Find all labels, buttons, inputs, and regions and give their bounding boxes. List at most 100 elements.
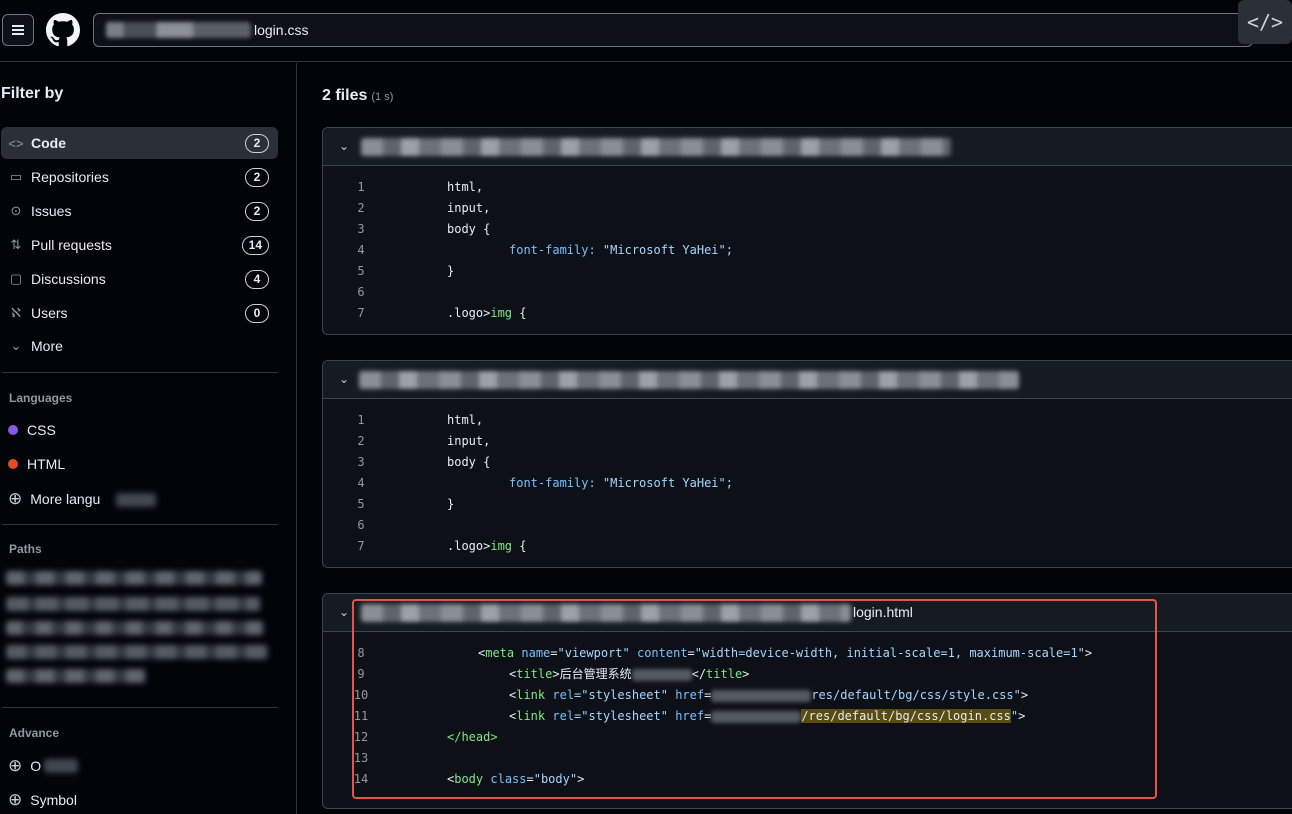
html-string: ="stylesheet" — [574, 709, 668, 723]
line-number: 7 — [357, 539, 365, 553]
code-punct: = — [687, 646, 695, 660]
pull-request-icon: ⇅ — [10, 237, 22, 252]
line-number: 3 — [357, 222, 365, 236]
code-line: 2 input, — [323, 198, 1292, 219]
sidebar-item-code[interactable]: <> Code 2 — [1, 127, 278, 159]
language-label: HTML — [27, 456, 66, 472]
file-name[interactable]: login.html — [853, 604, 913, 620]
search-query-text: login.css — [254, 22, 309, 38]
search-match-highlight: /res/default/bg/css/login.css — [801, 709, 1011, 723]
code-view-icon[interactable]: </> — [1238, 0, 1292, 44]
paths-title: Paths — [9, 542, 42, 556]
chevron-down-icon[interactable]: ⌄ — [339, 605, 349, 619]
code-text: { — [512, 539, 527, 553]
sidebar-item-label: Code — [31, 135, 66, 151]
code-line: 7 .logo>img { — [323, 303, 1292, 324]
redacted-file-path[interactable] — [361, 604, 851, 622]
code-punct: = — [704, 709, 712, 723]
redacted-path — [6, 645, 268, 659]
html-tag: title — [516, 667, 553, 681]
sidebar-item-issues[interactable]: ⊙ Issues 2 — [1, 195, 278, 227]
code-punct: > — [577, 772, 585, 786]
redacted-path — [6, 597, 260, 611]
redacted-path — [6, 571, 262, 585]
sidebar-item-discussions[interactable]: ▢ Discussions 4 — [1, 263, 278, 295]
sidebar-item-pull-requests[interactable]: ⇅ Pull requests 14 — [1, 229, 278, 261]
code-line: 6 — [323, 282, 1292, 303]
code-line: 5} — [323, 261, 1292, 282]
code-line: 9 <title>后台管理系统 </title> — [323, 664, 1292, 685]
html-attr: href — [667, 709, 705, 723]
line-number: 10 — [353, 688, 369, 702]
code-text: body { — [447, 455, 491, 469]
results-count: 2 files (1 s) — [322, 87, 393, 105]
github-logo-icon[interactable] — [46, 13, 80, 47]
languages-title: Languages — [9, 391, 73, 405]
code-line: 14 <body class="body"> — [323, 769, 1292, 790]
code-text: } — [447, 497, 455, 511]
sidebar-item-label: Users — [31, 305, 68, 321]
more-languages[interactable]: ⊕ More langu — [8, 489, 100, 509]
advanced-item-label: O — [30, 758, 42, 774]
language-color-dot — [8, 459, 18, 469]
redacted-file-path[interactable] — [359, 371, 1019, 389]
language-html[interactable]: HTML — [8, 456, 65, 472]
line-number: 14 — [353, 772, 369, 786]
code-icon: <> — [8, 135, 24, 151]
sidebar-item-more[interactable]: ⌄ More — [1, 330, 278, 362]
advanced-item-symbol[interactable]: ⊕ Symbol — [8, 790, 77, 810]
repo-icon: ▭ — [9, 169, 23, 184]
count-badge: 2 — [245, 134, 269, 153]
html-attr: rel — [545, 709, 575, 723]
file-result-2: ⌄ 1 html, 2 input, 3 body { 4 font-family: "… — [322, 360, 1292, 568]
advanced-item-owner[interactable]: ⊕ O — [8, 756, 41, 776]
line-number: 3 — [357, 455, 365, 469]
divider — [2, 372, 278, 373]
sidebar-item-repositories[interactable]: ▭ Repositories 2 — [1, 161, 278, 193]
sidebar-item-label: Discussions — [31, 271, 106, 287]
title-text: >后台管理系统 — [552, 667, 632, 681]
html-string: ="stylesheet" — [574, 688, 668, 702]
html-string: res/default/bg/css/style.css" — [811, 688, 1021, 702]
code-text: { — [512, 306, 527, 320]
redacted-query — [106, 22, 251, 38]
filter-sidebar: Filter by <> Code 2 ▭ Repositories 2 ⊙ I… — [0, 63, 297, 814]
code-line: 3 body { — [323, 219, 1292, 240]
css-selector-tag: img — [490, 306, 513, 320]
chevron-down-icon: ⌄ — [10, 338, 22, 353]
sidebar-item-users[interactable]: ℵ Users 0 — [1, 297, 278, 329]
line-number: 13 — [353, 751, 369, 765]
line-number: 2 — [357, 201, 365, 215]
line-number: 1 — [357, 413, 365, 427]
code-punct: > — [1020, 688, 1029, 702]
results-time: (1 s) — [371, 91, 394, 103]
code-punct: = — [550, 646, 558, 660]
line-number: 5 — [357, 264, 365, 278]
line-number: 2 — [357, 434, 365, 448]
redacted-path — [6, 621, 264, 635]
menu-button[interactable] — [2, 14, 34, 46]
language-css[interactable]: CSS — [8, 422, 56, 438]
people-icon: ℵ — [11, 305, 21, 320]
html-tag: meta — [485, 646, 515, 660]
html-string: "width=device-width, initial-scale=1, ma… — [694, 646, 1085, 660]
file-header: ⌄ — [323, 128, 1292, 166]
line-number: 8 — [357, 646, 365, 660]
code-punct: > — [1018, 709, 1026, 723]
redacted-file-path[interactable] — [361, 138, 951, 156]
code-punct: = — [526, 772, 534, 786]
chevron-down-icon[interactable]: ⌄ — [339, 139, 349, 153]
divider — [2, 707, 278, 708]
redacted-text — [711, 710, 802, 723]
chevron-down-icon[interactable]: ⌄ — [339, 372, 349, 386]
code-text: body { — [447, 222, 491, 236]
line-number: 6 — [357, 518, 365, 532]
html-attr: rel — [545, 688, 575, 702]
html-tag: title — [706, 667, 743, 681]
code-punct: = — [704, 688, 712, 702]
html-tag: body — [454, 772, 484, 786]
search-input[interactable]: login.css — [93, 13, 1253, 47]
css-property: font-family: — [509, 243, 596, 257]
line-number: 4 — [357, 243, 365, 257]
discussion-icon: ▢ — [9, 271, 23, 286]
